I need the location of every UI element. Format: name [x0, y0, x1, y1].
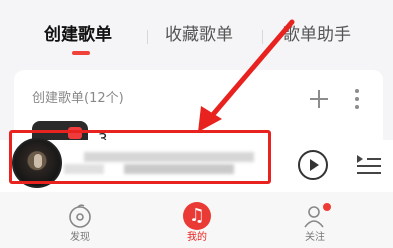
created-playlists-header: 创建歌单(12个) [32, 91, 124, 106]
playlist-tabs: 创建歌单 收藏歌单 歌单助手 [0, 0, 393, 62]
tab-collected-playlists[interactable]: 收藏歌单 [165, 23, 233, 47]
nav-follow[interactable]: 关注 [285, 192, 345, 248]
nav-mine[interactable]: 我的 [167, 192, 227, 248]
nav-mine-label: 我的 [187, 232, 207, 243]
tab-divider [147, 30, 148, 44]
nav-follow-label: 关注 [305, 232, 325, 243]
music-note-icon [183, 202, 211, 230]
bottom-navigation: 发现 我的 关注 [0, 192, 393, 248]
highlight-box [9, 130, 271, 184]
notification-dot [323, 203, 331, 211]
discover-icon [69, 204, 91, 228]
tab-divider [262, 30, 263, 44]
nav-discover[interactable]: 发现 [50, 192, 110, 248]
more-options-icon[interactable] [355, 89, 359, 109]
playlist-queue-icon[interactable] [357, 155, 381, 175]
play-icon[interactable] [298, 150, 328, 180]
active-tab-indicator [72, 51, 90, 55]
add-playlist-icon[interactable] [310, 90, 328, 108]
tab-created-playlists[interactable]: 创建歌单 [44, 23, 112, 47]
tab-playlist-assistant[interactable]: 歌单助手 [283, 23, 351, 47]
nav-discover-label: 发现 [70, 232, 90, 243]
